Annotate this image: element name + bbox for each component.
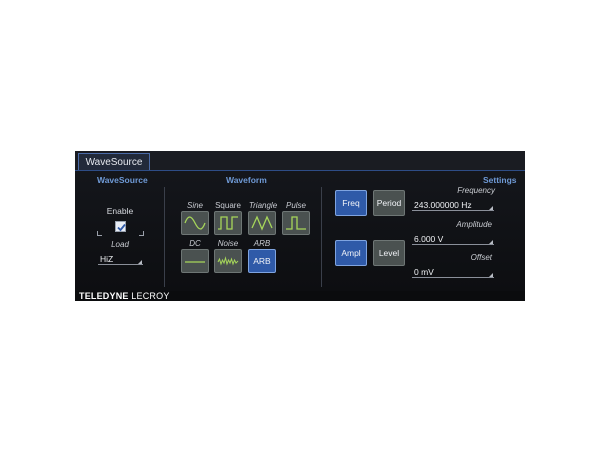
dropdown-arrow-icon — [489, 273, 493, 277]
amplitude-label: Amplitude — [456, 220, 492, 229]
frequency-label: Frequency — [457, 186, 495, 195]
section-waveform-header: Waveform — [226, 175, 267, 185]
freq-button[interactable]: Freq — [335, 190, 367, 216]
brand-logo: TELEDYNE LECROY — [79, 291, 170, 301]
enable-checkbox[interactable] — [115, 221, 126, 232]
offset-value: 0 mV — [414, 267, 434, 277]
ampl-button[interactable]: Ampl — [335, 240, 367, 266]
level-button[interactable]: Level — [373, 240, 405, 266]
pulse-wave-icon — [286, 216, 306, 230]
checkbox-bracket-right — [139, 231, 144, 236]
sine-label: Sine — [186, 201, 203, 210]
checkbox-bracket-left — [97, 231, 102, 236]
brand-name-bold: TELEDYNE — [79, 291, 129, 301]
amplitude-field[interactable]: 6.000 V — [412, 233, 494, 245]
load-value: HiZ — [100, 254, 114, 264]
arb-button[interactable]: ARB — [248, 249, 276, 273]
pulse-label: Pulse — [285, 201, 306, 210]
dc-label: DC — [189, 239, 201, 248]
dropdown-arrow-icon — [138, 260, 142, 264]
dialog-body: WaveSource Waveform Settings Enable Load… — [75, 171, 525, 291]
tab-bar: WaveSource — [75, 151, 525, 171]
square-wave-icon — [218, 216, 238, 230]
load-select[interactable]: HiZ — [98, 253, 143, 265]
triangle-button[interactable] — [248, 211, 276, 235]
arb-button-label: ARB — [253, 256, 271, 266]
divider-right — [321, 187, 322, 287]
tab-wavesource[interactable]: WaveSource — [78, 153, 150, 170]
pulse-button[interactable] — [282, 211, 310, 235]
checkmark-icon — [117, 223, 126, 232]
dropdown-arrow-icon — [489, 240, 493, 244]
square-label: Square — [215, 201, 241, 210]
enable-label: Enable — [106, 206, 134, 216]
load-label: Load — [111, 240, 129, 249]
sine-wave-icon — [184, 216, 206, 230]
noise-label: Noise — [217, 239, 239, 248]
dc-button[interactable] — [181, 249, 209, 273]
wavesource-dialog: WaveSource WaveSource Waveform Settings … — [75, 151, 525, 301]
offset-label: Offset — [470, 253, 492, 262]
section-wavesource-header: WaveSource — [97, 175, 148, 185]
offset-field[interactable]: 0 mV — [412, 266, 494, 278]
square-button[interactable] — [214, 211, 242, 235]
dropdown-arrow-icon — [489, 206, 493, 210]
noise-wave-icon — [217, 256, 239, 266]
triangle-label: Triangle — [248, 201, 278, 210]
brand-name-light: LECROY — [128, 291, 170, 301]
divider-left — [164, 187, 165, 287]
dc-line-icon — [185, 261, 205, 263]
noise-button[interactable] — [214, 249, 242, 273]
frequency-field[interactable]: 243.000000 Hz — [412, 199, 494, 211]
arb-label: ARB — [253, 239, 271, 248]
section-settings-header: Settings — [483, 175, 517, 185]
sine-button[interactable] — [181, 211, 209, 235]
amplitude-value: 6.000 V — [414, 234, 444, 244]
frequency-value: 243.000000 Hz — [414, 200, 472, 210]
period-button[interactable]: Period — [373, 190, 405, 216]
triangle-wave-icon — [251, 215, 273, 231]
